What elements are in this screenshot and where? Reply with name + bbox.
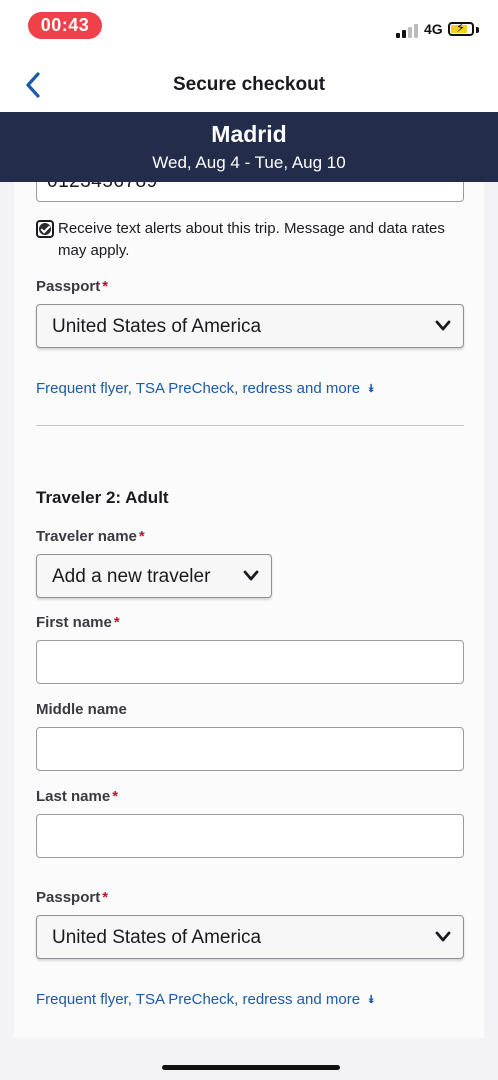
passport-label: Passport *: [36, 278, 109, 295]
traveler-2-title: Traveler 2: Adult: [36, 488, 169, 507]
traveler-name-select[interactable]: Add a new traveler: [36, 554, 272, 598]
last-name-input[interactable]: [36, 814, 464, 858]
trip-header: Madrid Wed, Aug 4 - Tue, Aug 10: [0, 112, 498, 182]
chevron-down-icon: [435, 931, 451, 942]
traveler-name-value: Add a new traveler: [52, 566, 211, 587]
battery-tip: [476, 27, 479, 33]
required-marker: *: [113, 614, 120, 631]
required-marker: *: [112, 788, 119, 805]
phone-field[interactable]: 0123456789: [36, 182, 464, 202]
time-indicator: 00:43: [28, 12, 102, 39]
more-options-link[interactable]: Frequent flyer, TSA PreCheck, redress an…: [36, 380, 375, 397]
first-name-label: First name *: [36, 614, 120, 631]
network-type: 4G: [424, 21, 443, 37]
required-marker: *: [102, 889, 109, 906]
first-name-input[interactable]: [36, 640, 464, 684]
page-title: Secure checkout: [172, 74, 326, 95]
home-indicator[interactable]: [162, 1065, 340, 1070]
traveler-name-label: Traveler name *: [36, 528, 145, 545]
middle-name-input[interactable]: [36, 727, 464, 771]
checkmark-icon: [39, 223, 51, 235]
chevron-down-icon: [243, 570, 259, 581]
checkout-form: 0123456789 Receive text alerts about thi…: [14, 182, 484, 1038]
status-bar: 00:43 4G ⚡: [0, 0, 498, 56]
required-marker: *: [102, 278, 109, 295]
double-chevron-down-icon: ⯯: [368, 383, 375, 395]
sms-alerts-label: Receive text alerts about this trip. Mes…: [58, 220, 445, 259]
chevron-down-icon: [435, 320, 451, 331]
required-marker: *: [138, 528, 145, 545]
passport-value: United States of America: [52, 927, 262, 948]
passport-select[interactable]: United States of America: [36, 304, 464, 348]
phone-value: 0123456789: [47, 182, 158, 193]
battery-icon: ⚡: [448, 22, 474, 36]
passport-label: Passport *: [36, 889, 109, 906]
more-options-link[interactable]: Frequent flyer, TSA PreCheck, redress an…: [36, 991, 375, 1008]
trip-dates: Wed, Aug 4 - Tue, Aug 10: [152, 153, 346, 172]
middle-name-label: Middle name: [36, 701, 127, 718]
sms-alerts-checkbox[interactable]: [36, 220, 54, 238]
double-chevron-down-icon: ⯯: [368, 994, 375, 1006]
passport-select[interactable]: United States of America: [36, 915, 464, 959]
section-divider: [36, 425, 464, 426]
last-name-label: Last name *: [36, 788, 119, 805]
trip-city: Madrid: [211, 121, 287, 147]
signal-icon: [396, 24, 418, 38]
passport-value: United States of America: [52, 316, 262, 337]
nav-bar: Secure checkout: [0, 56, 498, 112]
